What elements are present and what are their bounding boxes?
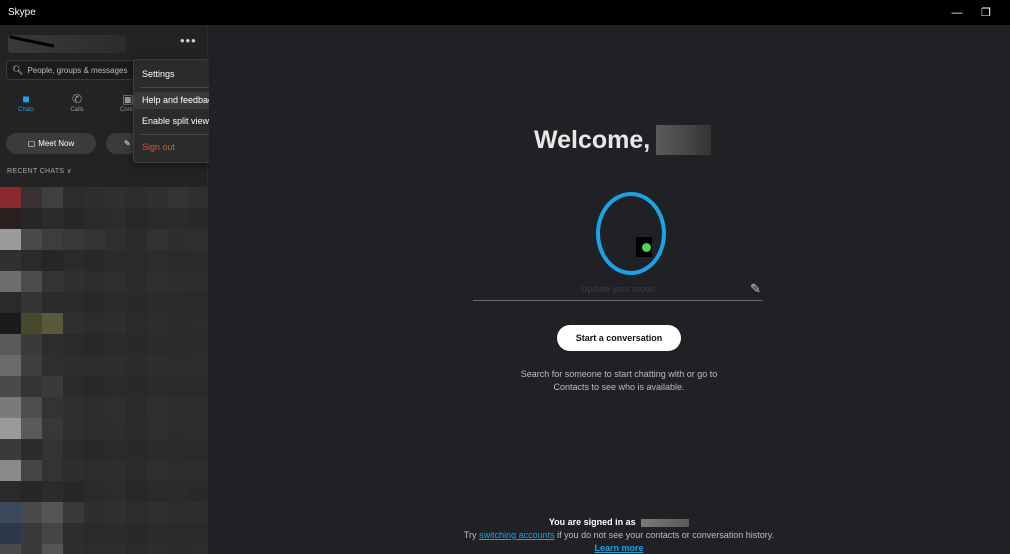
search-placeholder: People, groups & messages [27, 65, 128, 75]
recent-chats-header[interactable]: RECENT CHATS ∨ [7, 167, 72, 175]
restore-button[interactable]: ❐ [970, 0, 1002, 25]
switching-accounts-link[interactable]: switching accounts [479, 530, 555, 540]
chevron-down-icon: ∨ [66, 168, 73, 175]
compose-icon: ✎ [124, 139, 131, 148]
tab-calls[interactable]: ✆ Calls [57, 91, 97, 113]
signed-in-status: You are signed in as [439, 517, 799, 527]
search-input[interactable]: 🔍︎ People, groups & messages [6, 60, 136, 80]
user-name-redacted [656, 125, 712, 155]
video-icon: ▢ [27, 139, 36, 148]
switch-accounts-hint: Try switching accounts if you do not see… [409, 530, 829, 540]
phone-icon: ✆ [71, 92, 83, 106]
mood-placeholder: Update your mood [580, 284, 656, 294]
welcome-text: Welcome, [534, 125, 651, 154]
mood-input[interactable]: Update your mood ✎ [473, 280, 763, 301]
welcome-heading: Welcome, [534, 125, 712, 155]
tab-chats[interactable]: ■ Chats [6, 91, 46, 113]
tab-calls-label: Calls [70, 107, 84, 113]
meet-now-label: Meet Now [38, 139, 75, 148]
user-avatar[interactable] [596, 192, 666, 275]
pencil-icon[interactable]: ✎ [750, 281, 761, 297]
main-panel: Welcome, Update your mood ✎ Start a conv… [209, 25, 1010, 554]
more-options-button[interactable]: ••• [180, 33, 197, 48]
chat-icon: ■ [22, 92, 30, 106]
account-redacted [641, 518, 690, 527]
minimize-button[interactable]: — [941, 0, 973, 25]
recent-chats-list-blurred [0, 187, 207, 554]
meet-now-button[interactable]: ▢ Meet Now [6, 133, 96, 154]
try-suffix: if you do not see your contacts or conve… [557, 530, 775, 540]
window-title: Skype [8, 7, 36, 18]
recent-chats-label: RECENT CHATS [7, 168, 65, 175]
tab-chats-label: Chats [18, 107, 34, 113]
hint-line-2: Contacts to see who is available. [553, 382, 685, 392]
try-prefix: Try [463, 530, 477, 540]
search-icon: 🔍︎ [12, 64, 24, 75]
signed-in-prefix: You are signed in as [548, 517, 636, 527]
presence-status-dot [642, 243, 651, 252]
start-conversation-button[interactable]: Start a conversation [557, 325, 681, 351]
hint-line-1: Search for someone to start chatting wit… [520, 369, 718, 379]
start-hint-text: Search for someone to start chatting wit… [479, 368, 759, 394]
learn-more-link[interactable]: Learn more [579, 543, 659, 553]
title-bar: Skype — ❐ [0, 0, 1010, 25]
